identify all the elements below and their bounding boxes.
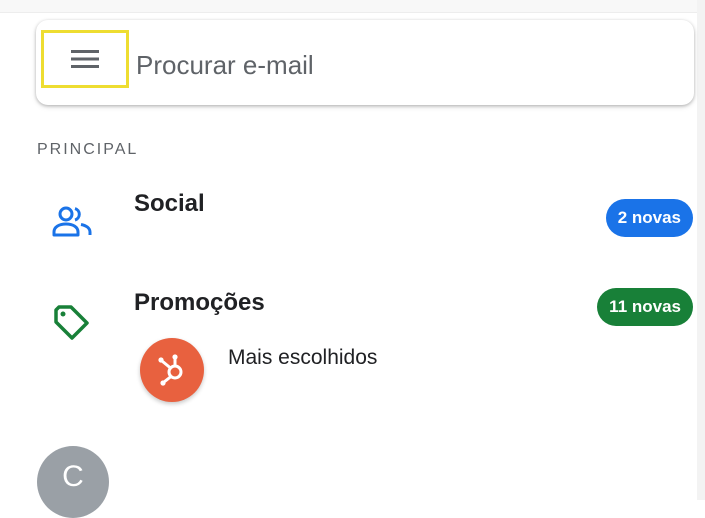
category-title-promocoes: Promoções	[134, 289, 265, 316]
account-avatar[interactable]: C	[37, 446, 109, 518]
unread-badge-promocoes: 11 novas	[597, 288, 693, 326]
category-title-social: Social	[134, 190, 205, 217]
section-label-principal: PRINCIPAL	[37, 141, 139, 158]
category-row-social[interactable]: Social 2 novas	[0, 180, 705, 270]
top-divider	[0, 0, 705, 13]
sender-name: Mais escolhidos	[228, 346, 378, 369]
hamburger-menu-icon	[71, 50, 99, 68]
hubspot-logo-icon	[158, 354, 183, 386]
unread-badge-social: 2 novas	[605, 199, 693, 237]
menu-button[interactable]	[41, 30, 129, 88]
sender-avatar	[140, 338, 204, 402]
people-icon	[52, 206, 92, 237]
category-row-promocoes[interactable]: Promoções 11 novas Mais escolhidos	[0, 280, 705, 420]
tag-icon	[54, 305, 89, 340]
search-input[interactable]	[136, 48, 676, 82]
